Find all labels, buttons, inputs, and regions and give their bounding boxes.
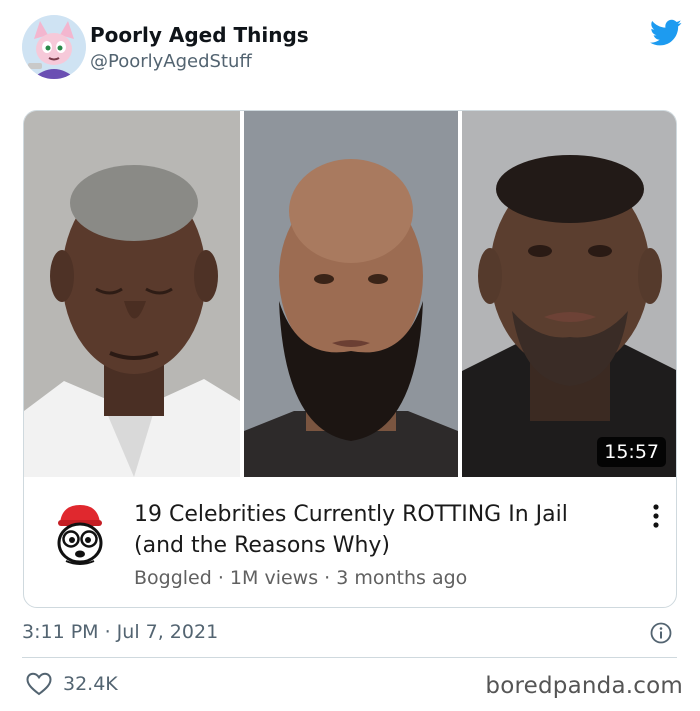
more-vertical-icon[interactable]: [652, 503, 660, 529]
tweet-header: Poorly Aged Things @PoorlyAgedStuff: [22, 15, 682, 81]
mugshot-photo-3: [462, 111, 676, 477]
video-title[interactable]: 19 Celebrities Currently ROTTING In Jail…: [134, 499, 614, 561]
twitter-bird-icon[interactable]: [650, 19, 682, 47]
tweet-timestamp[interactable]: 3:11 PM · Jul 7, 2021: [22, 620, 218, 644]
video-link-card[interactable]: 15:57 19 Celebrities Currently ROTTING I…: [23, 110, 677, 608]
video-meta: Boggled · 1M views · 3 months ago: [134, 567, 468, 589]
author-handle[interactable]: @PoorlyAgedStuff: [90, 51, 252, 73]
watermark: boredpanda.com: [485, 673, 683, 699]
heart-icon[interactable]: [26, 672, 52, 696]
info-icon[interactable]: [650, 622, 672, 644]
mugshot-photo-2: [244, 111, 458, 477]
author-name[interactable]: Poorly Aged Things: [90, 23, 309, 47]
video-info: 19 Celebrities Currently ROTTING In Jail…: [24, 477, 676, 607]
tweet-embed: Poorly Aged Things @PoorlyAgedStuff 15:5…: [0, 0, 700, 711]
divider: [22, 657, 677, 658]
avatar[interactable]: [22, 15, 86, 79]
mugshot-photo-1: [24, 111, 240, 477]
like-count[interactable]: 32.4K: [63, 672, 118, 696]
boggled-mascot-icon[interactable]: [52, 503, 108, 567]
video-thumbnail[interactable]: 15:57: [24, 111, 676, 477]
video-duration-badge: 15:57: [597, 437, 666, 467]
